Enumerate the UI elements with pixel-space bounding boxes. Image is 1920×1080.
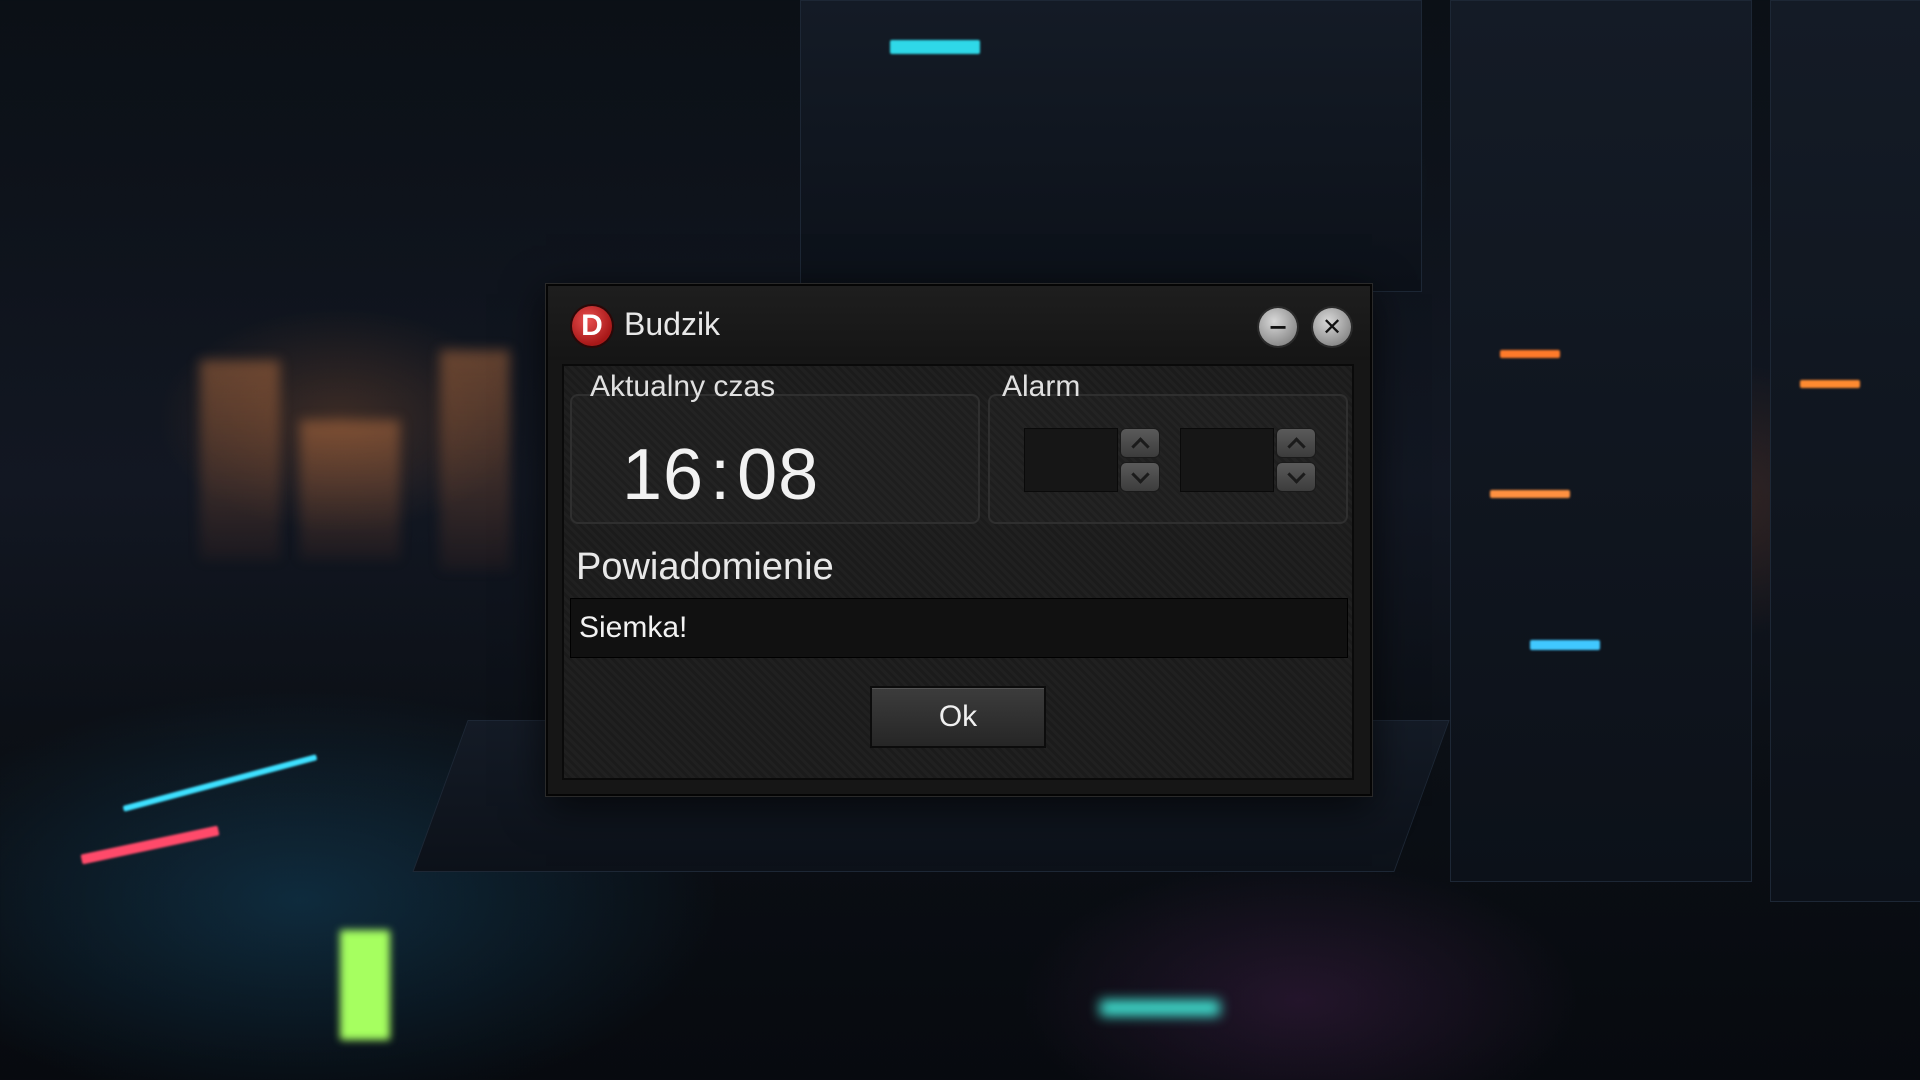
alarm-hour-down-button[interactable] <box>1120 462 1160 492</box>
app-logo-letter: D <box>581 309 603 342</box>
app-logo-icon: D <box>572 306 612 346</box>
chevron-up-icon <box>1130 436 1150 456</box>
ok-button[interactable]: Ok <box>870 686 1046 748</box>
notification-input[interactable] <box>570 598 1348 658</box>
bg-light <box>1100 1000 1220 1016</box>
bg-light <box>80 825 220 865</box>
close-icon: ✕ <box>1321 313 1343 341</box>
current-time-label: Aktualny czas <box>590 370 776 403</box>
budzik-window: D Budzik − ✕ 16:08 Aktualny czas Alarm P… <box>546 284 1372 796</box>
alarm-minute-down-button[interactable] <box>1276 462 1316 492</box>
alarm-minute-input[interactable] <box>1180 428 1274 492</box>
bg-light <box>1530 640 1600 650</box>
current-time-display: 16:08 <box>622 434 819 516</box>
bg-server-rack <box>1450 0 1752 882</box>
current-hours: 16 <box>622 435 705 515</box>
chevron-down-icon <box>1130 464 1150 484</box>
current-minutes: 08 <box>737 435 820 515</box>
bg-light <box>1490 490 1570 498</box>
minimize-icon: − <box>1267 313 1289 341</box>
bg-city-glow <box>200 360 280 560</box>
alarm-minute-stepper <box>1180 428 1316 492</box>
bg-light <box>1500 350 1560 358</box>
alarm-hour-input[interactable] <box>1024 428 1118 492</box>
notification-label: Powiadomienie <box>576 546 834 588</box>
chevron-up-icon <box>1286 436 1306 456</box>
alarm-label: Alarm <box>1002 370 1081 403</box>
window-title: Budzik <box>624 306 721 342</box>
bg-city-glow <box>300 420 400 560</box>
alarm-hour-stepper <box>1024 428 1160 492</box>
bg-light <box>890 40 980 54</box>
chevron-down-icon <box>1286 464 1306 484</box>
close-button[interactable]: ✕ <box>1313 308 1351 346</box>
current-time-group: 16:08 <box>570 394 980 524</box>
bg-city-glow <box>440 350 510 570</box>
bg-server-rack <box>1770 0 1920 902</box>
alarm-minute-up-button[interactable] <box>1276 428 1316 458</box>
bg-light <box>340 930 390 1040</box>
time-separator: : <box>710 435 732 515</box>
dialog-content: 16:08 Aktualny czas Alarm Powiadomienie <box>562 364 1354 780</box>
bg-light <box>1800 380 1860 388</box>
title-bar[interactable]: D Budzik − ✕ <box>548 286 1370 360</box>
alarm-hour-up-button[interactable] <box>1120 428 1160 458</box>
minimize-button[interactable]: − <box>1259 308 1297 346</box>
bg-light <box>122 754 318 812</box>
